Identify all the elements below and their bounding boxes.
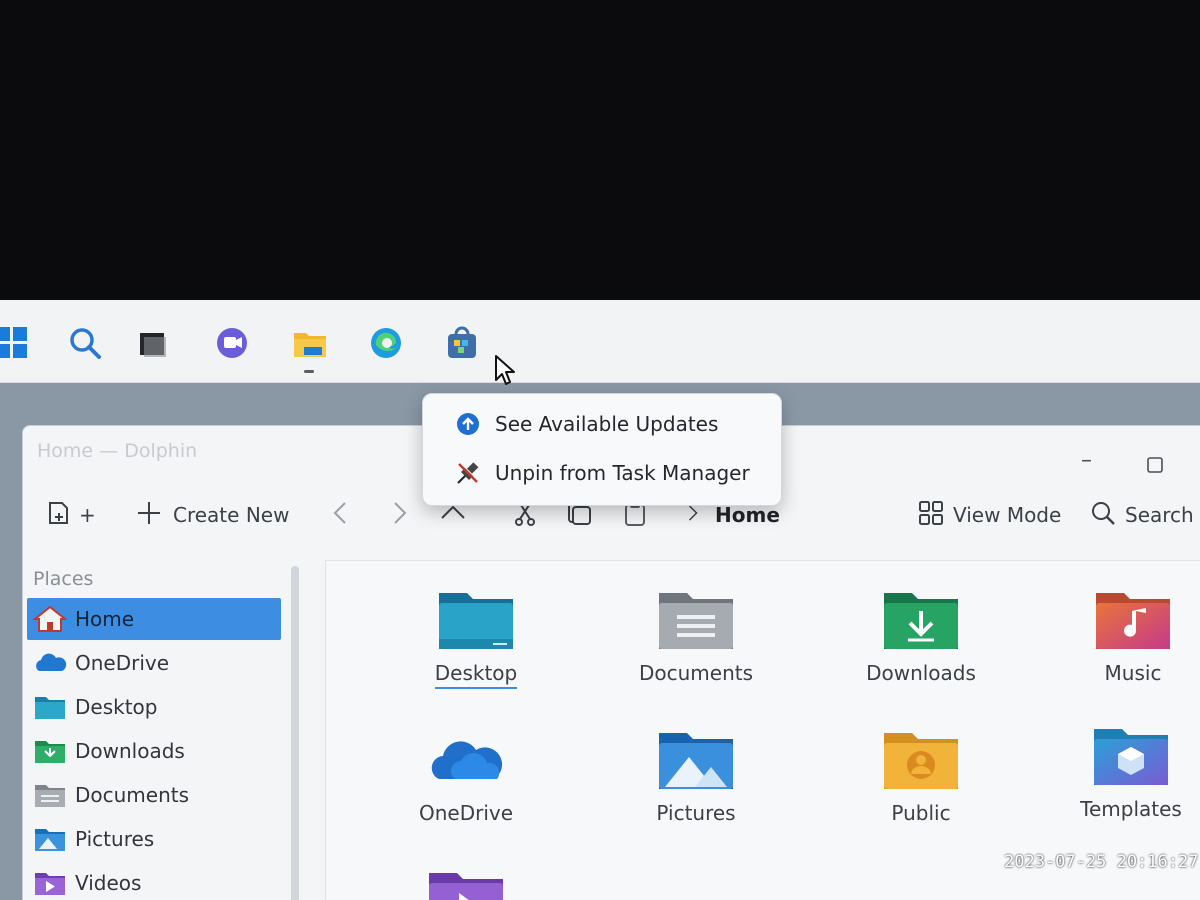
search-icon[interactable] xyxy=(67,325,103,361)
sidebar-item-label: Documents xyxy=(75,783,190,807)
edge-icon[interactable] xyxy=(368,325,404,361)
sidebar-item-downloads[interactable]: Downloads xyxy=(27,730,281,772)
create-new-label: Create New xyxy=(173,503,290,527)
start-icon[interactable] xyxy=(0,325,30,361)
maximize-icon[interactable] xyxy=(1147,454,1163,479)
window-title: Home — Dolphin xyxy=(37,440,198,462)
file-explorer-icon[interactable] xyxy=(292,325,328,361)
folder-label: Music xyxy=(1104,661,1162,685)
folder-documents[interactable]: Documents xyxy=(601,587,791,685)
folder-desktop[interactable]: Desktop xyxy=(381,587,571,689)
sidebar-item-home[interactable]: Home xyxy=(27,598,281,640)
forward-button[interactable] xyxy=(385,498,413,532)
folder-pictures[interactable]: Pictures xyxy=(601,727,791,825)
screen: Home — Dolphin – + Create New Home View … xyxy=(0,300,1200,900)
active-app-indicator xyxy=(304,370,314,373)
task-view-icon[interactable] xyxy=(136,325,172,361)
downloads-folder-icon xyxy=(35,741,65,763)
new-tab-button[interactable]: + xyxy=(45,498,96,532)
menu-item-unpin[interactable]: Unpin from Task Manager xyxy=(423,451,781,495)
sidebar-item-pictures[interactable]: Pictures xyxy=(27,818,281,860)
sidebar-item-label: Home xyxy=(75,607,135,631)
chevron-left-icon xyxy=(327,499,355,532)
search-label: Search xyxy=(1125,503,1194,527)
chat-icon[interactable] xyxy=(214,325,250,361)
sidebar-item-label: OneDrive xyxy=(75,651,170,675)
pictures-folder-icon xyxy=(35,829,65,851)
folder-onedrive[interactable]: OneDrive xyxy=(371,727,561,825)
sidebar-item-label: Pictures xyxy=(75,827,155,851)
sidebar-item-label: Downloads xyxy=(75,739,185,763)
chevron-right-icon xyxy=(385,499,413,532)
folder-public[interactable]: Public xyxy=(826,727,1016,825)
folder-label: Desktop xyxy=(434,661,518,689)
folder-label: Pictures xyxy=(656,801,736,825)
view-mode-label: View Mode xyxy=(953,503,1062,527)
new-tab-label: + xyxy=(79,503,96,527)
create-new-button[interactable]: Create New xyxy=(135,498,289,532)
file-view: Desktop Documents Downloads Music OneDri… xyxy=(325,560,1200,900)
sidebar-scrollbar[interactable] xyxy=(291,566,299,900)
pictures-folder-icon xyxy=(659,733,733,789)
update-arrow-icon xyxy=(457,413,479,435)
sidebar-item-label: Desktop xyxy=(75,695,158,719)
home-icon xyxy=(33,605,67,632)
sidebar-item-videos[interactable]: Videos xyxy=(27,862,281,900)
folder-templates[interactable]: Templates xyxy=(1036,723,1200,821)
menu-item-see-updates[interactable]: See Available Updates xyxy=(423,402,781,446)
store-icon[interactable] xyxy=(444,325,480,361)
public-folder-icon xyxy=(884,733,958,789)
sidebar-item-desktop[interactable]: Desktop xyxy=(27,686,281,728)
breadcrumb-chevron-icon xyxy=(683,503,703,528)
back-button[interactable] xyxy=(327,498,355,532)
photo-timestamp: 2023-07-25 20:16:27 xyxy=(1004,852,1199,872)
music-folder-icon xyxy=(1096,593,1170,649)
plus-icon xyxy=(135,499,163,532)
sidebar-item-label: Videos xyxy=(75,871,142,895)
breadcrumb-current: Home xyxy=(715,503,780,527)
folder-videos[interactable] xyxy=(371,867,561,900)
search-button[interactable]: Search xyxy=(1089,498,1194,532)
view-mode-button[interactable]: View Mode xyxy=(917,498,1061,532)
desktop-folder-icon xyxy=(35,697,65,719)
templates-folder-icon xyxy=(1094,729,1168,785)
desktop-folder-icon xyxy=(439,593,513,649)
taskbar-context-menu: See Available Updates Unpin from Task Ma… xyxy=(422,393,782,506)
folder-label: Templates xyxy=(1080,797,1182,821)
grid-icon xyxy=(917,499,945,532)
menu-item-label: Unpin from Task Manager xyxy=(495,461,750,485)
folder-label: Downloads xyxy=(866,661,976,685)
magnifier-icon xyxy=(1089,499,1117,532)
documents-folder-icon xyxy=(35,785,65,807)
minimize-icon[interactable]: – xyxy=(1081,448,1092,473)
videos-folder-icon xyxy=(429,873,503,900)
folder-downloads[interactable]: Downloads xyxy=(826,587,1016,685)
places-heading: Places xyxy=(33,568,94,590)
cloud-icon xyxy=(36,653,67,671)
sidebar-item-onedrive[interactable]: OneDrive xyxy=(27,642,281,684)
unpin-icon xyxy=(457,462,479,484)
places-sidebar: Places Home OneDrive Desktop Downloads D… xyxy=(23,554,293,900)
folder-label: Public xyxy=(891,801,951,825)
downloads-folder-icon xyxy=(884,593,958,649)
sidebar-item-documents[interactable]: Documents xyxy=(27,774,281,816)
documents-folder-icon xyxy=(659,593,733,649)
folder-label: OneDrive xyxy=(418,801,514,825)
mouse-cursor-icon xyxy=(494,354,520,386)
new-folder-icon xyxy=(45,499,73,532)
folder-label: Documents xyxy=(638,661,754,685)
onedrive-cloud-icon xyxy=(431,741,503,779)
folder-music[interactable]: Music xyxy=(1038,587,1200,685)
menu-item-label: See Available Updates xyxy=(495,412,719,436)
videos-folder-icon xyxy=(35,873,65,895)
taskbar xyxy=(0,300,1200,386)
